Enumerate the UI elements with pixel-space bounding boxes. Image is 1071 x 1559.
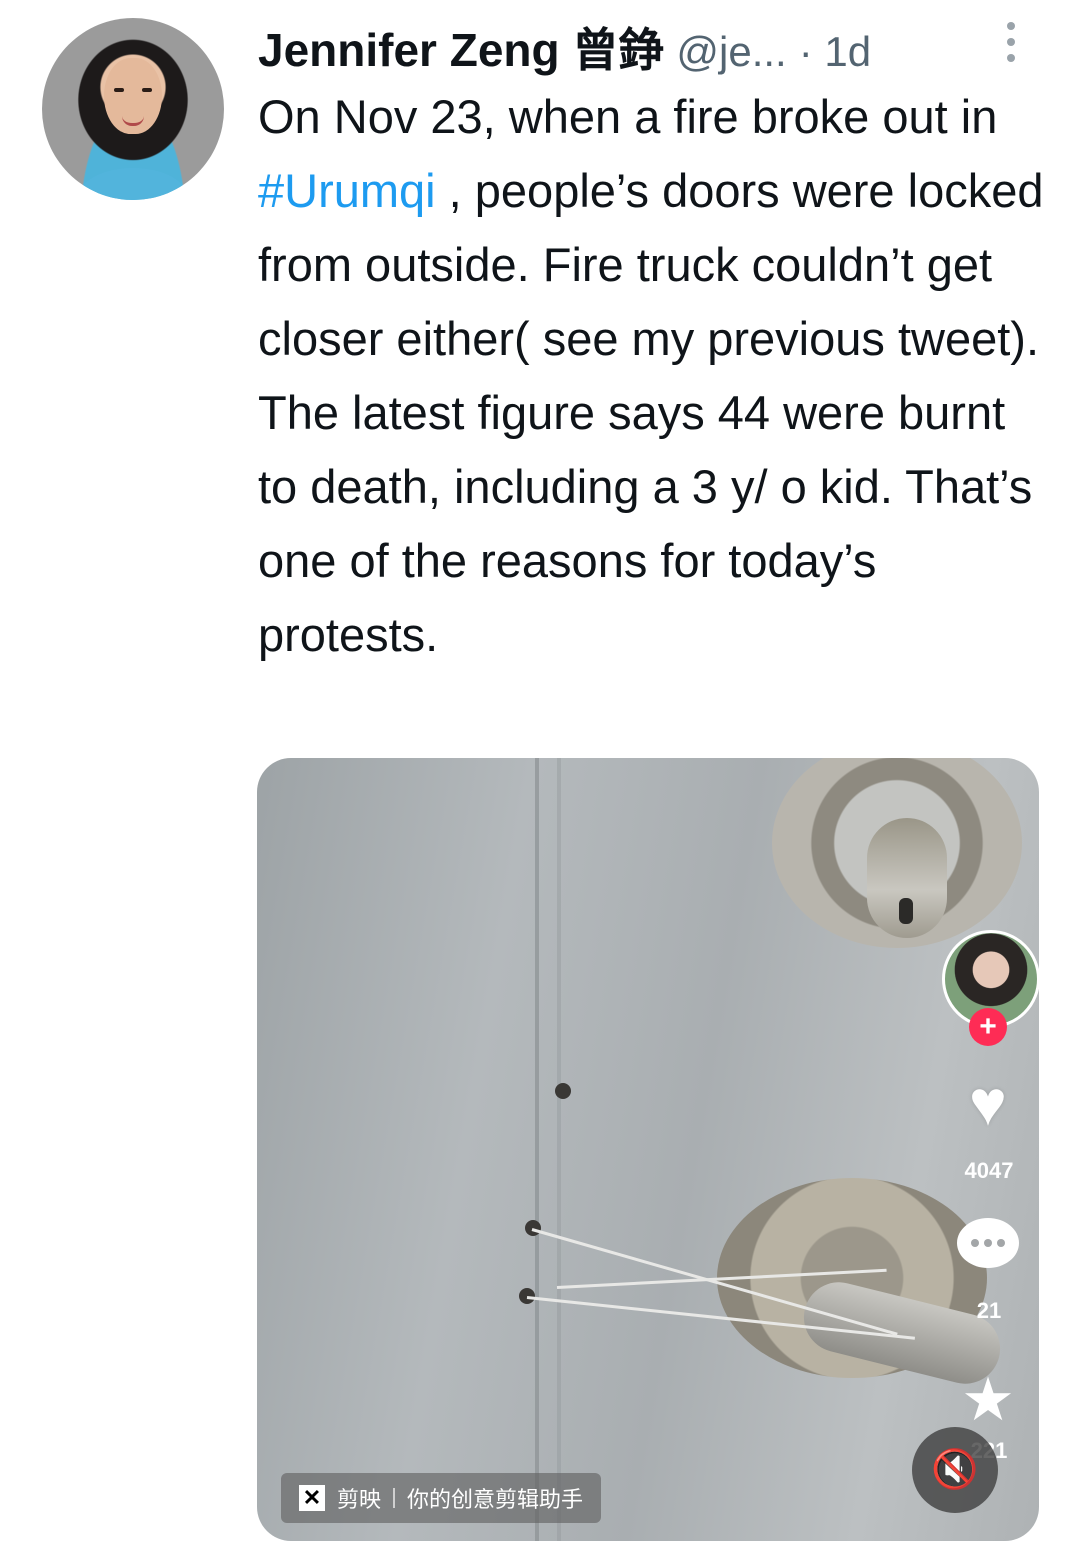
author-handle[interactable]: @je... (676, 28, 786, 76)
door-crease (535, 758, 539, 1541)
tweet-text-before: On Nov 23, when a fire broke out in (258, 90, 998, 143)
keyhole (899, 898, 913, 924)
comment-dot (997, 1239, 1005, 1247)
favorite-star-icon[interactable]: ★ (953, 1368, 1023, 1432)
hashtag-link[interactable]: #Urumqi (258, 164, 436, 217)
watermark-tagline: 你的创意剪辑助手 (407, 1487, 584, 1512)
like-count: 4047 (964, 1158, 1014, 1183)
capcut-watermark: ✕ 剪映 你的创意剪辑助手 (281, 1473, 602, 1523)
avatar-eye (142, 88, 152, 92)
more-dot (1007, 38, 1015, 46)
author-name[interactable]: Jennifer Zeng 曾錚 (258, 14, 664, 80)
more-dot (1007, 22, 1015, 30)
more-dot (1007, 54, 1015, 62)
comment-bubble (957, 1218, 1019, 1268)
comment-icon[interactable] (953, 1218, 1023, 1283)
author-avatar[interactable] (42, 18, 224, 200)
screw (555, 1083, 571, 1099)
avatar-eye (114, 88, 124, 92)
comment-dot (984, 1239, 992, 1247)
tweet-header: Jennifer Zeng 曾錚 @je... · 1d (258, 14, 871, 80)
tweet-video[interactable]: + ♥ 4047 21 ★ 221 🔇 ✕ 剪映 你的创意剪辑助手 (257, 758, 1039, 1541)
tweet-timestamp[interactable]: · 1d (799, 28, 871, 76)
tweet-text: On Nov 23, when a fire broke out in #Uru… (258, 80, 1048, 672)
comment-dot (971, 1239, 979, 1247)
more-options-icon[interactable] (1000, 22, 1022, 70)
mute-speaker-icon[interactable]: 🔇 (912, 1427, 998, 1513)
watermark-app-name: 剪映 (337, 1487, 382, 1512)
capcut-logo-icon: ✕ (299, 1485, 325, 1511)
watermark-divider (393, 1488, 396, 1508)
like-heart-icon[interactable]: ♥ (953, 1068, 1023, 1138)
avatar-shirt (78, 168, 188, 200)
comment-count: 21 (976, 1298, 1002, 1323)
follow-plus-icon[interactable]: + (969, 1008, 1007, 1046)
door-crease (557, 758, 561, 1541)
tweet-text-after: , people’s doors were locked from outsid… (258, 164, 1044, 661)
